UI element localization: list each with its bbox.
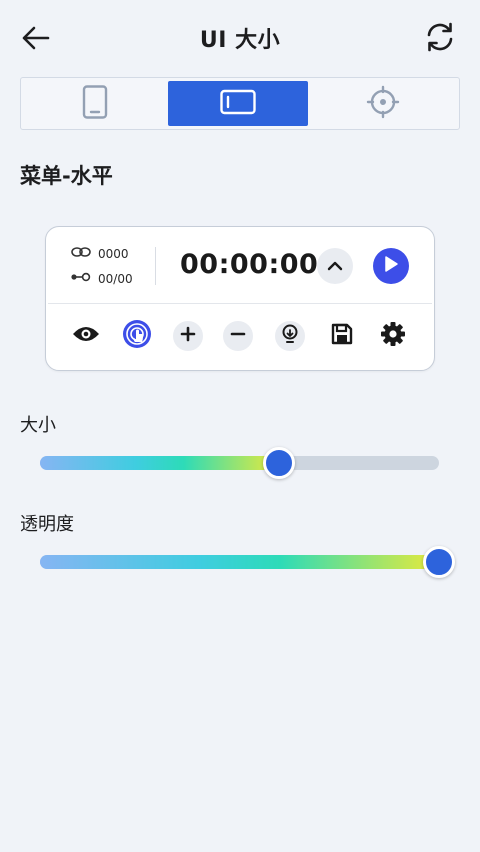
size-slider[interactable]: [40, 447, 439, 479]
tab-target[interactable]: [311, 81, 455, 126]
divider: [48, 303, 432, 304]
gear-icon: [380, 321, 406, 351]
menu-preview-card: 0000 00/00 00:00:00: [45, 226, 435, 371]
tablet-landscape-icon: [220, 89, 256, 119]
link-icon: [70, 246, 92, 261]
eye-icon: [71, 324, 101, 348]
orientation-tabs: [20, 77, 460, 130]
loop-count: 0000: [70, 246, 129, 261]
divider: [155, 247, 156, 285]
bulb-button[interactable]: [275, 321, 305, 351]
opacity-slider-thumb[interactable]: [423, 546, 455, 578]
timer-display: 00:00:00: [180, 249, 319, 280]
step-count: 00/00: [70, 271, 133, 286]
remove-button[interactable]: [223, 321, 253, 351]
play-button[interactable]: [373, 248, 409, 284]
bulb-icon: [281, 324, 299, 348]
add-button[interactable]: [173, 321, 203, 351]
size-slider-fill: [40, 456, 280, 470]
opacity-slider[interactable]: [40, 546, 455, 578]
page-title: UI 大小: [199, 28, 281, 53]
size-label: 大小: [20, 415, 56, 436]
step-count-value: 00/00: [98, 271, 133, 286]
settings-button[interactable]: [378, 321, 408, 351]
eye-button[interactable]: [71, 321, 101, 351]
save-icon: [330, 322, 354, 350]
tab-horizontal[interactable]: [168, 81, 308, 126]
opacity-slider-fill: [40, 555, 439, 569]
loop-count-value: 0000: [98, 246, 129, 261]
touch-icon: [122, 319, 152, 353]
refresh-icon[interactable]: [422, 19, 458, 55]
phone-portrait-icon: [82, 84, 108, 123]
crosshair-icon: [366, 85, 400, 123]
collapse-button[interactable]: [317, 248, 353, 284]
section-title: 菜单-水平: [20, 164, 113, 188]
arrow-left-icon[interactable]: [18, 20, 54, 56]
touch-button[interactable]: [122, 319, 152, 353]
tab-vertical[interactable]: [24, 81, 165, 126]
plus-icon: [180, 326, 196, 346]
step-icon: [70, 271, 92, 286]
size-slider-thumb[interactable]: [263, 447, 296, 479]
header: UI 大小: [0, 0, 480, 76]
save-button[interactable]: [327, 321, 357, 351]
opacity-label: 透明度: [20, 514, 74, 535]
chevron-up-icon: [327, 257, 343, 276]
play-icon: [383, 255, 399, 277]
minus-icon: [230, 326, 246, 346]
